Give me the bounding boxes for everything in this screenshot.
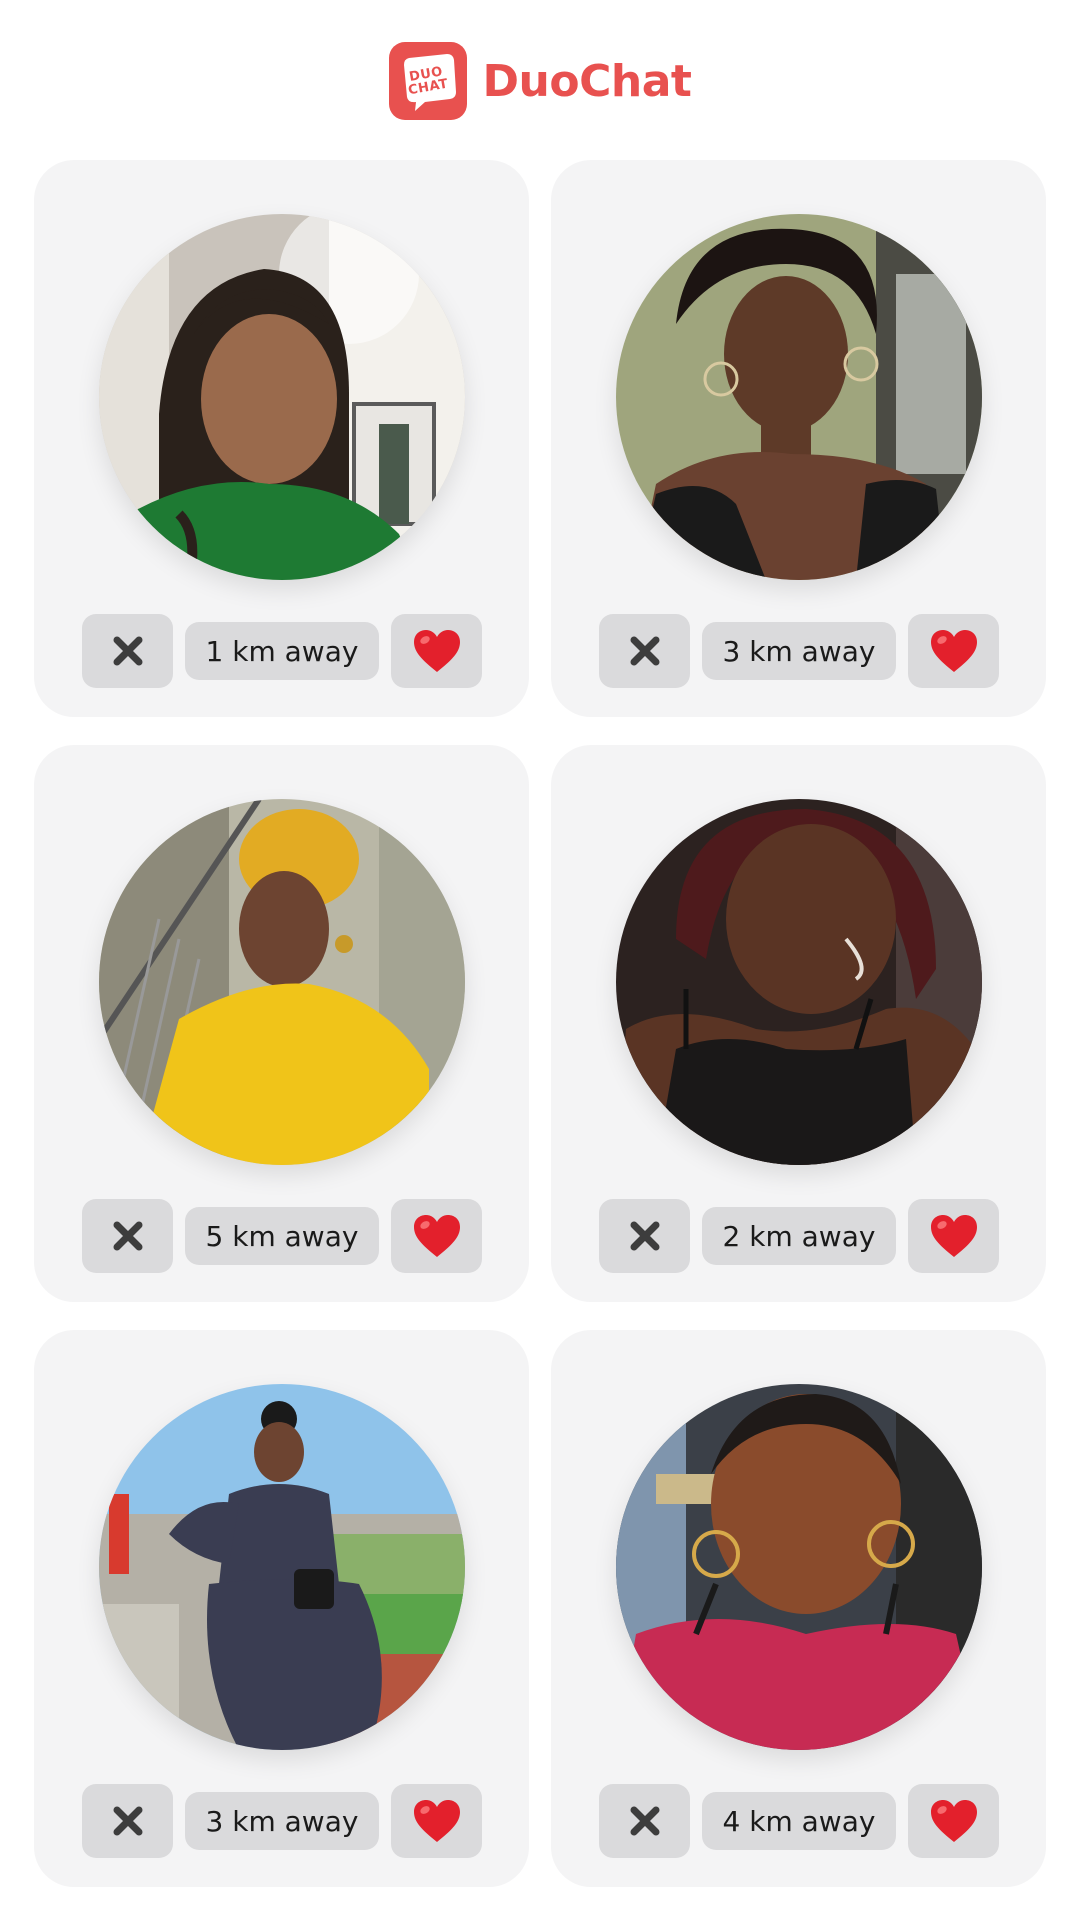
- distance-label: 3 km away: [185, 1792, 379, 1850]
- app-title: DuoChat: [482, 55, 692, 107]
- profile-card[interactable]: 4 km away: [551, 1330, 1046, 1887]
- close-icon: [630, 636, 659, 666]
- distance-label: 3 km away: [702, 622, 896, 680]
- close-icon: [113, 636, 142, 666]
- close-icon: [630, 1806, 659, 1836]
- like-button[interactable]: [391, 1784, 482, 1858]
- profile-photo[interactable]: [99, 799, 465, 1165]
- dismiss-button[interactable]: [82, 614, 173, 688]
- profile-card[interactable]: 3 km away: [34, 1330, 529, 1887]
- close-icon: [113, 1806, 142, 1836]
- card-controls: 3 km away: [82, 1784, 482, 1858]
- close-icon: [630, 1221, 659, 1251]
- dismiss-button[interactable]: [599, 614, 690, 688]
- app-logo-icon: DUO CHAT: [388, 42, 467, 120]
- distance-label: 4 km away: [702, 1792, 896, 1850]
- profile-photo[interactable]: [99, 1384, 465, 1750]
- profile-photo[interactable]: [616, 1384, 982, 1750]
- card-controls: 5 km away: [82, 1199, 482, 1273]
- heart-icon: [413, 1800, 460, 1842]
- profile-photo[interactable]: [99, 214, 465, 580]
- like-button[interactable]: [908, 614, 999, 688]
- profile-card[interactable]: 1 km away: [34, 160, 529, 717]
- profile-photo[interactable]: [616, 799, 982, 1165]
- heart-icon: [413, 630, 460, 672]
- like-button[interactable]: [908, 1199, 999, 1273]
- card-controls: 3 km away: [599, 614, 999, 688]
- like-button[interactable]: [391, 614, 482, 688]
- heart-icon: [930, 1800, 977, 1842]
- distance-label: 1 km away: [185, 622, 379, 680]
- like-button[interactable]: [391, 1199, 482, 1273]
- card-controls: 1 km away: [82, 614, 482, 688]
- card-controls: 4 km away: [599, 1784, 999, 1858]
- distance-label: 2 km away: [702, 1207, 896, 1265]
- dismiss-button[interactable]: [599, 1199, 690, 1273]
- dismiss-button[interactable]: [599, 1784, 690, 1858]
- close-icon: [113, 1221, 142, 1251]
- heart-icon: [930, 630, 977, 672]
- card-controls: 2 km away: [599, 1199, 999, 1273]
- profile-photo[interactable]: [616, 214, 982, 580]
- heart-icon: [413, 1215, 460, 1257]
- profile-card[interactable]: 2 km away: [551, 745, 1046, 1302]
- dismiss-button[interactable]: [82, 1784, 173, 1858]
- distance-label: 5 km away: [185, 1207, 379, 1265]
- dismiss-button[interactable]: [82, 1199, 173, 1273]
- profile-card[interactable]: 5 km away: [34, 745, 529, 1302]
- profile-card[interactable]: 3 km away: [551, 160, 1046, 717]
- app-header: DUO CHAT DuoChat: [0, 42, 1080, 120]
- like-button[interactable]: [908, 1784, 999, 1858]
- heart-icon: [930, 1215, 977, 1257]
- profile-grid: 1 km away 3 km away 5 km away 2 km away …: [34, 160, 1046, 1887]
